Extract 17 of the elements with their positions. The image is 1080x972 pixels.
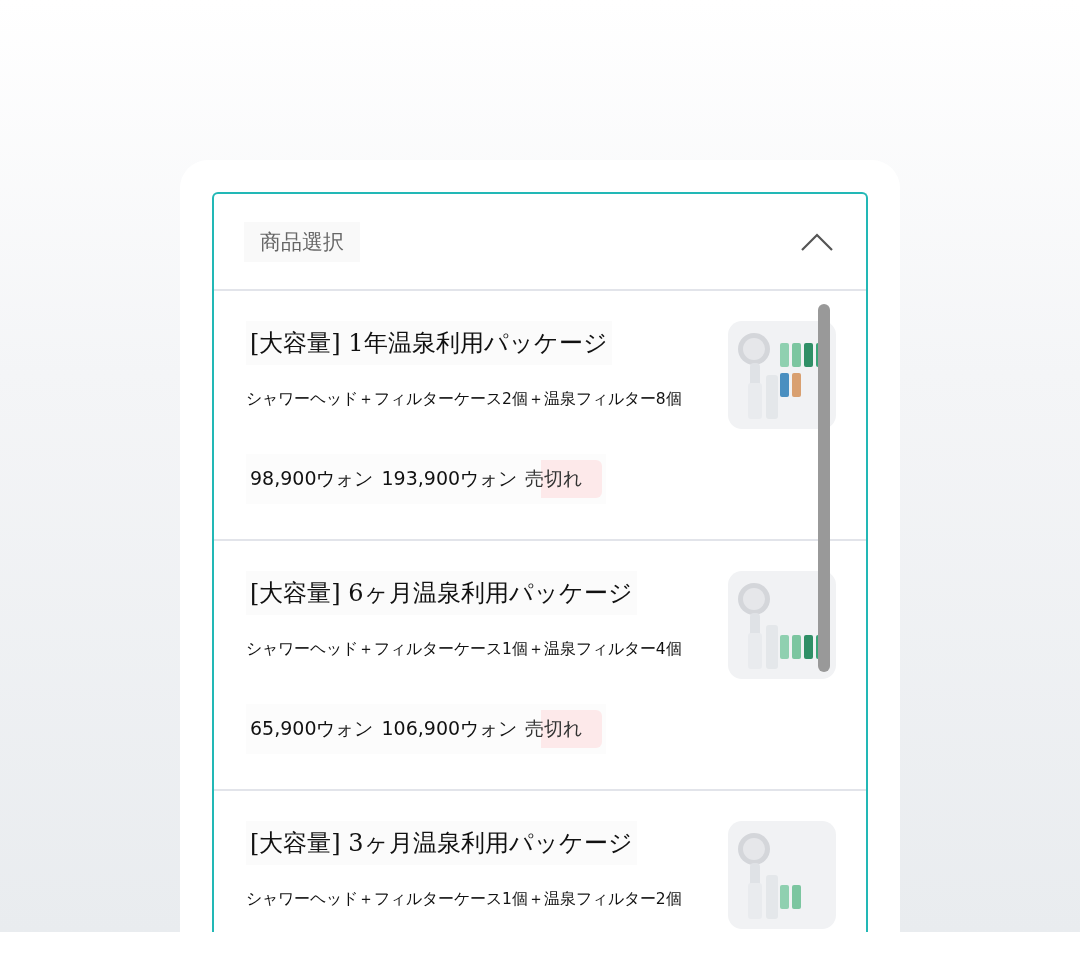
price: 193,900ウォン (381, 466, 518, 491)
product-name: [大容量] 6ヶ月温泉利用パッケージ (246, 571, 637, 615)
scrollbar[interactable] (818, 304, 830, 672)
product-name: [大容量] 1年温泉利用パッケージ (246, 321, 612, 365)
sold-out-label: 売切れ (525, 710, 603, 748)
price: 65,900ウォン (250, 716, 374, 741)
product-option[interactable]: [大容量] 6ヶ月温泉利用パッケージ シャワーヘッド＋フィルターケース1個＋温泉フィルター4個 65,900ウォン 106,900ウォン 売切れ (214, 541, 866, 791)
price: 106,900ウォン (381, 716, 518, 741)
price: 98,900ウォン (250, 466, 374, 491)
sold-out-label: 売切れ (525, 460, 603, 498)
chevron-up-icon[interactable] (800, 231, 834, 252)
product-description: シャワーヘッド＋フィルターケース2個＋温泉フィルター8個 (246, 389, 682, 410)
product-description: シャワーヘッド＋フィルターケース1個＋温泉フィルター4個 (246, 639, 682, 660)
product-option[interactable]: [大容量] 1年温泉利用パッケージ シャワーヘッド＋フィルターケース2個＋温泉フィルター8個 98,900ウォン 193,900ウォン 売切れ (214, 291, 866, 541)
select-title: 商品選択 (244, 221, 360, 262)
product-description: シャワーヘッド＋フィルターケース1個＋温泉フィルター2個 (246, 889, 682, 910)
product-name: [大容量] 3ヶ月温泉利用パッケージ (246, 821, 637, 865)
